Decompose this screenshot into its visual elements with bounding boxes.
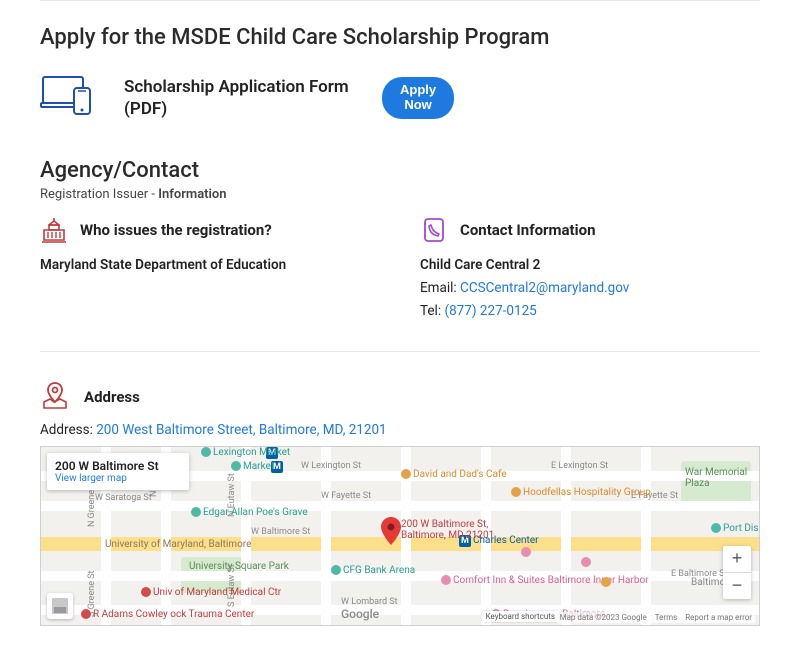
address-link[interactable]: 200 West Baltimore Street, Baltimore, MD… [96, 422, 386, 438]
issuer-heading-row: Who issues the registration? [40, 216, 380, 244]
map-street-label: W Baltimore St [251, 527, 310, 537]
contact-tel-label: Tel: [420, 303, 444, 319]
map-street-label: E Lexington St [551, 461, 608, 471]
map-area-label: War Memorial Plaza [685, 467, 759, 489]
map-road [241, 447, 251, 625]
issuer-heading: Who issues the registration? [80, 221, 272, 239]
map-zoom-out-button[interactable]: − [723, 573, 751, 599]
map-embed[interactable]: W Lexington St E Lexington St W Fayette … [40, 446, 760, 626]
contact-col: Contact Information Child Care Central 2… [420, 216, 760, 323]
map-street-label: W Saratoga St [95, 493, 152, 503]
apply-now-button[interactable]: Apply Now [382, 77, 454, 119]
map-pin-label: 200 W Baltimore St,Baltimore, MD 21201 [401, 519, 494, 541]
agency-title: Agency/Contact [40, 158, 760, 183]
devices-icon [40, 74, 96, 122]
scholarship-form-label: Scholarship Application Form (PDF) [124, 76, 354, 120]
contact-heading-row: Contact Information [420, 216, 760, 244]
issuer-col: Who issues the registration? Maryland St… [40, 216, 380, 323]
agency-subtitle: Registration Issuer - Information [40, 187, 760, 202]
map-attribution-data: Map data ©2023 Google [560, 613, 647, 622]
map-poi: Hoodfellas Hospitality Group [511, 487, 651, 498]
map-poi [521, 547, 531, 557]
contact-heading: Contact Information [460, 221, 595, 239]
map-zoom-in-button[interactable]: + [723, 546, 751, 572]
map-poi: David and Dad's Cafe [401, 469, 507, 480]
map-area-label: University Square Park [189, 561, 289, 572]
map-info-card: 200 W Baltimore St View larger map [47, 453, 189, 490]
map-area-label: University of Maryland, Baltimore [105, 539, 251, 550]
scholarship-row: Scholarship Application Form (PDF) Apply… [40, 74, 760, 122]
map-keyboard-shortcuts[interactable]: Keyboard shortcuts [482, 611, 559, 622]
map-road [321, 447, 331, 625]
contact-email-link[interactable]: CCSCentral2@maryland.gov [460, 280, 629, 296]
contact-body: Child Care Central 2 Email: CCSCentral2@… [420, 254, 760, 323]
map-info-title: 200 W Baltimore St [55, 459, 159, 473]
map-center-pin-icon [381, 517, 401, 545]
issuer-body: Maryland State Department of Education [40, 257, 286, 273]
agency-subtitle-bold: Information [158, 187, 226, 202]
map-view-larger-link[interactable]: View larger map [55, 473, 159, 484]
map-poi: Comfort Inn & Suites Baltimore Inner Har… [441, 575, 649, 586]
map-poi: Market [231, 461, 274, 472]
contact-tel-link[interactable]: (877) 227-0125 [444, 303, 536, 319]
map-poi [601, 577, 611, 587]
contact-email-label: Email: [420, 280, 460, 296]
map-road [561, 447, 571, 625]
map-street-label: W Lexington St [301, 461, 361, 471]
address-line: Address: 200 West Baltimore Street, Balt… [40, 422, 760, 438]
address-heading: Address [84, 388, 140, 406]
map-google-logo: Google [341, 607, 379, 621]
map-poi: Lexington Market [201, 447, 290, 458]
map-street-label: W Lombard St [341, 597, 398, 607]
map-poi: CFG Bank Arena [331, 565, 415, 576]
map-attribution-report[interactable]: Report a map error [685, 613, 752, 622]
mid-rule [40, 351, 760, 352]
map-streetview-thumb[interactable] [47, 593, 73, 619]
map-poi: R Adams Cowley ock Trauma Center [81, 609, 254, 620]
map-poi: Edgar Allan Poe's Grave [191, 507, 308, 518]
map-street-label: W Fayette St [321, 491, 371, 501]
agency-subtitle-prefix: Registration Issuer - [40, 187, 158, 202]
phonebook-icon [420, 216, 448, 244]
address-block: Address Address: 200 West Baltimore Stre… [40, 380, 760, 626]
capitol-icon [40, 216, 68, 244]
address-heading-row: Address [40, 380, 760, 414]
address-label: Address: [40, 422, 96, 438]
contact-org: Child Care Central 2 [420, 257, 540, 273]
map-poi: Port Dis Children's M [711, 523, 760, 534]
apply-title: Apply for the MSDE Child Care Scholarshi… [40, 25, 760, 50]
map-poi [581, 557, 591, 567]
map-road [641, 447, 651, 625]
top-rule [40, 0, 760, 1]
agency-columns: Who issues the registration? Maryland St… [40, 216, 760, 323]
map-attribution-terms[interactable]: Terms [655, 613, 677, 622]
map-zoom-controls: + − [723, 546, 751, 599]
map-poi: Univ of Maryland Medical Ctr [141, 587, 281, 598]
map-attribution: Map data ©2023 Google Terms Report a map… [557, 612, 755, 623]
map-pin-icon [40, 380, 70, 414]
